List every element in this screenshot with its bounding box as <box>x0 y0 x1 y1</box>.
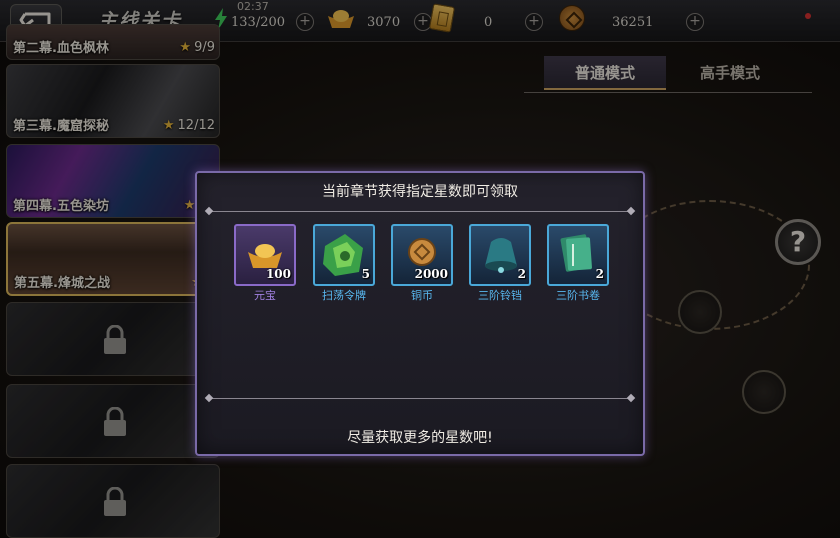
reward-item[interactable]: 2000 铜币 <box>391 224 453 302</box>
reward-quantity: 5 <box>361 267 370 281</box>
reward-quantity: 2 <box>517 267 526 281</box>
reward-name: 三阶铃铛 <box>478 289 522 302</box>
reward-name: 扫荡令牌 <box>322 289 366 302</box>
modal-hint-text: 尽量获取更多的星数吧! <box>347 430 493 446</box>
reward-item[interactable]: 100 元宝 <box>234 224 296 302</box>
reward-name: 铜币 <box>411 289 433 302</box>
reward-item[interactable]: 2 三阶铃铛 <box>469 224 531 302</box>
reward-quantity: 2 <box>595 267 604 281</box>
divider <box>209 398 631 399</box>
star-reward-modal: 当前章节获得指定星数即可领取 100 元宝 5 扫荡令牌 2000 铜币 2 三… <box>195 171 645 456</box>
game-screen: 主线关卡 02:37 133/200 + 3070 + 0 + 36251 + <box>0 0 840 538</box>
reward-name: 元宝 <box>254 289 276 302</box>
reward-item[interactable]: 2 三阶书卷 <box>547 224 609 302</box>
reward-quantity: 100 <box>265 267 291 281</box>
modal-title: 当前章节获得指定星数即可领取 <box>322 184 518 200</box>
reward-name: 三阶书卷 <box>556 289 600 302</box>
reward-item[interactable]: 5 扫荡令牌 <box>313 224 375 302</box>
reward-quantity: 2000 <box>414 267 448 281</box>
divider <box>209 211 631 212</box>
